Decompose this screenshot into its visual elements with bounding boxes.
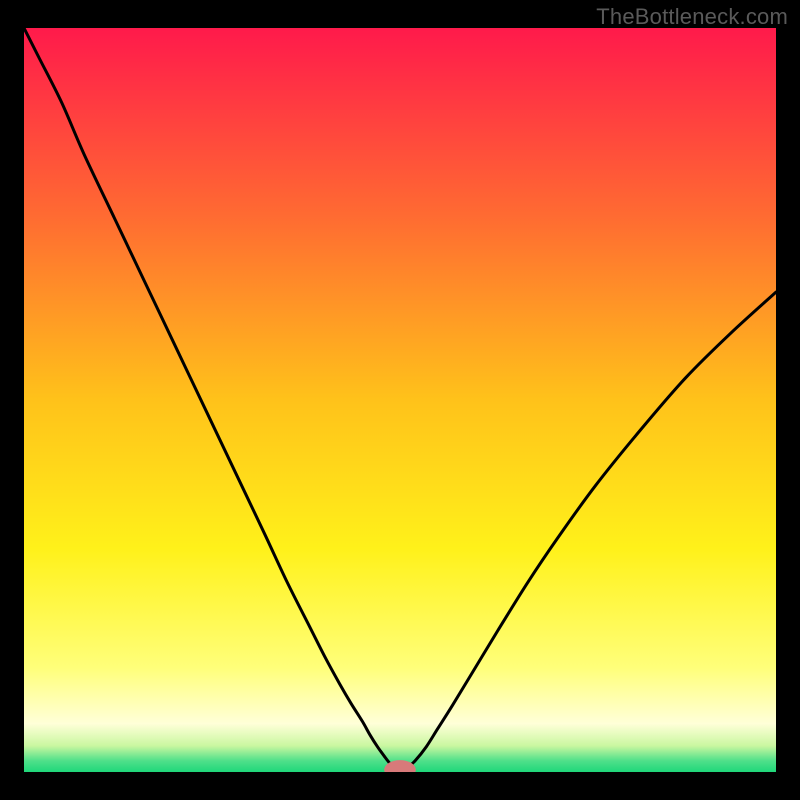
chart-stage: TheBottleneck.com bbox=[0, 0, 800, 800]
gradient-background bbox=[24, 28, 776, 772]
chart-svg bbox=[24, 28, 776, 772]
plot-area bbox=[24, 28, 776, 772]
watermark-text: TheBottleneck.com bbox=[596, 4, 788, 30]
